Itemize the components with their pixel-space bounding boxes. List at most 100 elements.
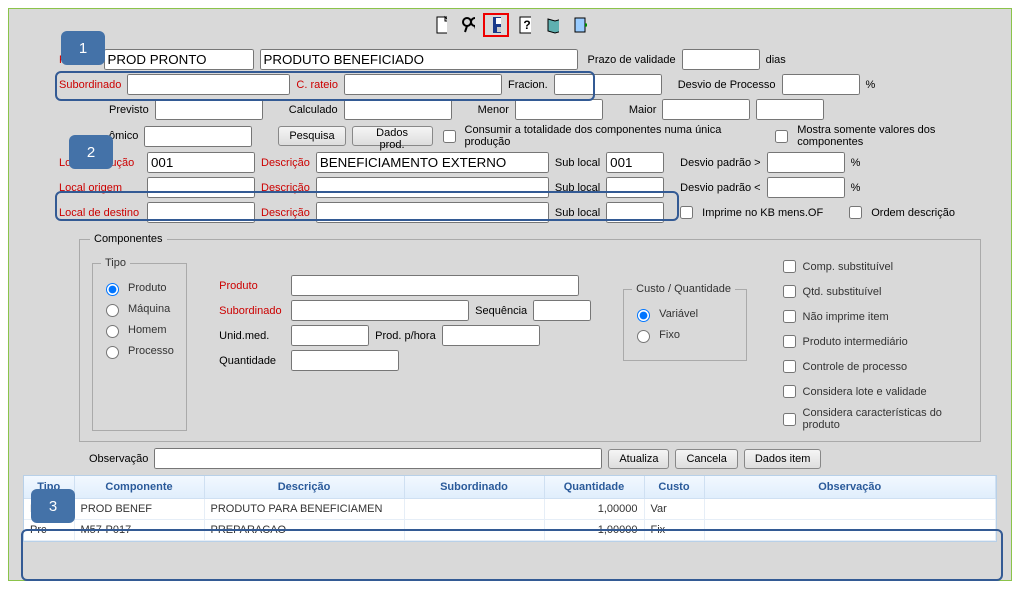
chk-ctrl[interactable]: [783, 360, 796, 373]
phora-field[interactable]: [442, 325, 540, 346]
chk-lote-label: Considera lote e validade: [803, 386, 927, 398]
sub1-field[interactable]: [606, 152, 664, 173]
calculado-field[interactable]: [344, 99, 452, 120]
subordinado-label: Subordinado: [59, 79, 121, 91]
chk-nao-imprime[interactable]: [783, 310, 796, 323]
dpadrao2-field[interactable]: [767, 177, 845, 198]
comp-produto-label: Produto: [219, 280, 285, 292]
maior-field[interactable]: [662, 99, 750, 120]
local-destino-label: Local de destino: [59, 207, 141, 219]
local-destino-field[interactable]: [147, 202, 255, 223]
seq-field[interactable]: [533, 300, 591, 321]
table-row[interactable]: ProdPROD BENEFPRODUTO PARA BENEFICIAMEN1…: [24, 499, 996, 520]
table-row[interactable]: PrcM57-P017PREPARACAO1,00000Fix: [24, 520, 996, 541]
obs-field[interactable]: [154, 448, 602, 469]
local-origem-field[interactable]: [147, 177, 255, 198]
atualiza-button[interactable]: Atualiza: [608, 449, 669, 469]
col-custo[interactable]: Custo: [644, 476, 704, 499]
chk-mostra-label: Mostra somente valores dos componentes: [797, 124, 1001, 148]
unid-field[interactable]: [291, 325, 369, 346]
chk-lote[interactable]: [783, 385, 796, 398]
sub3-field[interactable]: [606, 202, 664, 223]
desvio-label: Desvio de Processo: [678, 79, 776, 91]
chk-carac[interactable]: [783, 413, 796, 426]
chk-mostra[interactable]: [775, 130, 788, 143]
pct-label-1: %: [866, 79, 876, 91]
desvio-field[interactable]: [782, 74, 860, 95]
fracion-field[interactable]: [554, 74, 662, 95]
custo-legend: Custo / Quantidade: [632, 283, 735, 295]
book-icon[interactable]: [539, 13, 565, 37]
col-obs[interactable]: Observação: [704, 476, 996, 499]
chk-qtd-sub-label: Qtd. substituível: [803, 286, 882, 298]
extra-field[interactable]: [756, 99, 824, 120]
radio-variavel[interactable]: [637, 309, 650, 322]
col-descricao[interactable]: Descrição: [204, 476, 404, 499]
pct2-label: %: [851, 182, 861, 194]
col-componente[interactable]: Componente: [74, 476, 204, 499]
radio-fixo[interactable]: [637, 330, 650, 343]
search-icon[interactable]: [455, 13, 481, 37]
componentes-group: Componentes Tipo Produto Máquina Homem P…: [79, 233, 981, 442]
cancela-button[interactable]: Cancela: [675, 449, 737, 469]
radio-maquina-label: Máquina: [128, 303, 170, 315]
prazo-label: Prazo de validade: [588, 54, 676, 66]
chk-consumir[interactable]: [443, 130, 456, 143]
comp-produto-field[interactable]: [291, 275, 579, 296]
chk-carac-label: Considera características do produto: [803, 407, 970, 431]
chk-ctrl-label: Controle de processo: [803, 361, 908, 373]
chk-ordem[interactable]: [849, 206, 862, 219]
col-quantidade[interactable]: Quantidade: [544, 476, 644, 499]
callout-1: 1: [61, 31, 105, 65]
desc1-field[interactable]: [316, 152, 549, 173]
chk-inter[interactable]: [783, 335, 796, 348]
maior-label: Maior: [629, 104, 657, 116]
dados-item-button[interactable]: Dados item: [744, 449, 822, 469]
comp-sub-field[interactable]: [291, 300, 469, 321]
save-icon[interactable]: [483, 13, 509, 37]
previsto-field[interactable]: [155, 99, 263, 120]
sub2-field[interactable]: [606, 177, 664, 198]
desc2-field[interactable]: [316, 177, 549, 198]
svg-text:?: ?: [523, 18, 530, 32]
radio-maquina[interactable]: [106, 304, 119, 317]
subordinado-field[interactable]: [127, 74, 290, 95]
grid-header-row: Tipo Componente Descrição Subordinado Qu…: [24, 476, 996, 499]
desc3-field[interactable]: [316, 202, 549, 223]
chk-comp-sub[interactable]: [783, 260, 796, 273]
pesquisa-button[interactable]: Pesquisa: [278, 126, 345, 146]
componentes-legend: Componentes: [90, 233, 167, 245]
new-icon[interactable]: [427, 13, 453, 37]
crateio-field[interactable]: [344, 74, 502, 95]
dpadrao1-field[interactable]: [767, 152, 845, 173]
produto-desc-field[interactable]: [260, 49, 578, 70]
dpadrao1-label: Desvio padrão >: [680, 157, 760, 169]
chk-qtd-sub[interactable]: [783, 285, 796, 298]
dpadrao2-label: Desvio padrão <: [680, 182, 760, 194]
omico-field[interactable]: [144, 126, 252, 147]
radio-processo[interactable]: [106, 346, 119, 359]
produto-code-field[interactable]: [104, 49, 254, 70]
prazo-field[interactable]: [682, 49, 760, 70]
callout-3: 3: [31, 489, 75, 523]
radio-produto[interactable]: [106, 283, 119, 296]
radio-processo-label: Processo: [128, 345, 174, 357]
radio-produto-label: Produto: [128, 282, 167, 294]
help-icon[interactable]: ?: [511, 13, 537, 37]
sub1-label: Sub local: [555, 157, 600, 169]
sub3-label: Sub local: [555, 207, 600, 219]
tipo-legend: Tipo: [101, 257, 130, 269]
desc3-label: Descrição: [261, 207, 310, 219]
exit-icon[interactable]: [567, 13, 593, 37]
chk-consumir-label: Consumir a totalidade dos componentes nu…: [465, 124, 766, 148]
menor-field[interactable]: [515, 99, 603, 120]
qtd-field[interactable]: [291, 350, 399, 371]
local-producao-field[interactable]: [147, 152, 255, 173]
col-subordinado[interactable]: Subordinado: [404, 476, 544, 499]
dados-prod-button[interactable]: Dados prod.: [352, 126, 433, 146]
pct1-label: %: [851, 157, 861, 169]
radio-homem[interactable]: [106, 325, 119, 338]
phora-label: Prod. p/hora: [375, 330, 436, 342]
chk-imprime[interactable]: [680, 206, 693, 219]
app-window: 1 2 3 ? Produto Prazo de validade dias S…: [8, 8, 1012, 581]
